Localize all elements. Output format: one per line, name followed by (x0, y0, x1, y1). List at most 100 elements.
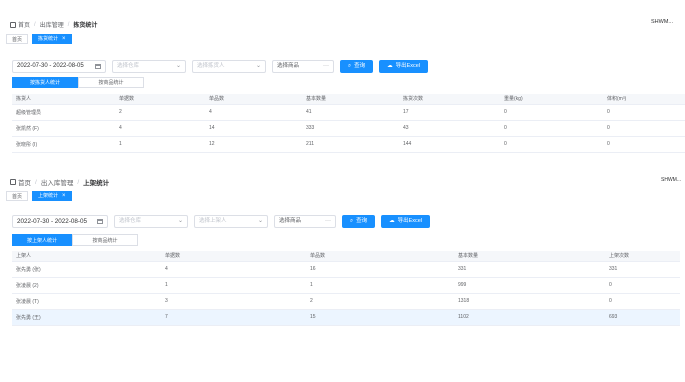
table-row[interactable]: 张凌晨 (T) 3 2 1318 0 (12, 293, 680, 310)
table-cell: 16 (306, 261, 454, 278)
warehouse-select[interactable]: 选择仓库 ⌄ (112, 60, 186, 73)
table-row[interactable]: 张凌晨 (2) 1 1 999 0 (12, 277, 680, 294)
table-cell: 43 (399, 120, 500, 137)
table-cell: 999 (454, 277, 605, 294)
table-cell: 张先勇 (张) (12, 261, 161, 278)
query-button[interactable]: ⌕ 查询 (340, 60, 374, 73)
user-menu[interactable]: SHWM... (651, 19, 673, 25)
warehouse-placeholder: 选择仓库 (117, 63, 140, 69)
search-icon: ⌕ (350, 218, 354, 224)
stats-mode-tabs: 按上架人统计 按商品统计 (12, 234, 138, 246)
column-header: 体积(m³) (603, 94, 685, 105)
table-cell: 张先勇 (王) (12, 309, 161, 326)
table-cell: 张凯然 (F) (12, 120, 115, 137)
picker-select[interactable]: 选择拣货人 ⌄ (192, 60, 266, 73)
table-cell: 0 (603, 120, 685, 137)
column-header: 重量(kg) (500, 94, 603, 105)
table-row-highlighted[interactable]: 张先勇 (王) 7 15 1102 693 (12, 309, 680, 326)
chevron-down-icon: ⌄ (175, 63, 181, 69)
subtab-by-putaway-person[interactable]: 按上架人统计 (12, 234, 72, 246)
table-cell: 7 (161, 309, 306, 326)
table-cell: 张凌晨 (T) (12, 293, 161, 310)
table-cell: 0 (500, 120, 603, 137)
table-cell: 333 (302, 120, 399, 137)
export-label: 导出Excel (395, 63, 421, 69)
column-header: 单品数 (306, 251, 454, 262)
date-range-picker[interactable]: 2022-07-30 - 2022-08-05 (12, 60, 106, 73)
table-cell: 41 (302, 104, 399, 121)
column-header: 上架人 (12, 251, 161, 262)
date-range-value: 2022-07-30 - 2022-08-05 (17, 218, 88, 225)
table-cell: 0 (500, 136, 603, 153)
table-cell: 4 (161, 261, 306, 278)
user-menu[interactable]: SHWM... (661, 177, 681, 183)
chevron-down-icon: ⌄ (177, 218, 183, 224)
query-label: 查询 (354, 63, 366, 69)
tab-home[interactable]: 首页 (6, 191, 29, 201)
page-tabs: 首页 上架统计 × (6, 191, 72, 201)
breadcrumb-section[interactable]: 出库管理 (40, 20, 64, 29)
more-icon: ··· (325, 218, 331, 224)
product-select[interactable]: 选择商品 ··· (274, 215, 336, 228)
query-button[interactable]: ⌕ 查询 (342, 215, 376, 228)
stats-mode-tabs: 按拣货人统计 按商品统计 (12, 77, 144, 88)
query-label: 查询 (356, 218, 368, 224)
search-icon: ⌕ (348, 63, 352, 69)
table-cell: 15 (306, 309, 454, 326)
table-cell: 0 (605, 293, 680, 310)
breadcrumb-home[interactable]: 首页 (18, 20, 30, 29)
date-range-picker[interactable]: 2022-07-30 - 2022-08-05 (12, 215, 108, 228)
calendar-icon (95, 64, 101, 69)
subtab-by-picker[interactable]: 按拣货人统计 (12, 77, 78, 88)
home-icon (10, 179, 16, 185)
close-icon[interactable]: × (62, 36, 66, 42)
filter-bar: 2022-07-30 - 2022-08-05 选择仓库 ⌄ 选择拣货人 ⌄ 选… (12, 60, 429, 73)
putaway-stats-panel: 首页 / 出入库管理 / 上架统计 SHWM... 首页 上架统计 × 2022… (0, 173, 685, 338)
table-cell: 12 (205, 136, 302, 153)
warehouse-select[interactable]: 选择仓库 ⌄ (114, 215, 188, 228)
chevron-down-icon: ⌄ (257, 218, 263, 224)
table-cell: 3 (161, 293, 306, 310)
table-cell: 0 (603, 104, 685, 121)
table-cell: 1318 (454, 293, 605, 310)
table-row[interactable]: 张先勇 (张) 4 16 331 331 (12, 261, 680, 278)
table-cell: 1 (115, 136, 205, 153)
table-cell: 144 (399, 136, 500, 153)
breadcrumb-separator: / (77, 178, 80, 186)
chevron-down-icon: ⌄ (255, 63, 261, 69)
date-range-value: 2022-07-30 - 2022-08-05 (17, 63, 84, 69)
table-row[interactable]: 张晓彤 (I) 1 12 211 144 0 0 (12, 136, 685, 153)
table-cell: 4 (115, 120, 205, 137)
tab-putaway-stats[interactable]: 上架统计 × (32, 191, 72, 201)
subtab-by-product[interactable]: 按商品统计 (78, 77, 144, 88)
breadcrumb-separator: / (34, 21, 36, 28)
picking-stats-panel: 首页 / 出库管理 / 拣货统计 SHWM... 首页 拣货统计 × 2022-… (0, 12, 685, 172)
column-header: 拣货人 (12, 94, 115, 105)
table-cell: 超级管理员 (12, 104, 115, 121)
table-cell: 0 (605, 277, 680, 294)
table-cell: 1102 (454, 309, 605, 326)
picker-placeholder: 选择拣货人 (197, 63, 225, 69)
table-row[interactable]: 超级管理员 2 4 41 17 0 0 (12, 104, 685, 121)
tab-home[interactable]: 首页 (6, 34, 29, 44)
table-cell: 0 (500, 104, 603, 121)
breadcrumb-section[interactable]: 出入库管理 (41, 177, 74, 187)
putaway-person-select[interactable]: 选择上架人 ⌄ (194, 215, 268, 228)
tab-picking-stats[interactable]: 拣货统计 × (32, 34, 72, 44)
export-excel-button[interactable]: ☁ 导出Excel (379, 60, 429, 73)
table-cell: 1 (161, 277, 306, 294)
product-select[interactable]: 选择商品 ··· (272, 60, 334, 73)
table-cell: 2 (115, 104, 205, 121)
table-header-row: 拣货人 单据数 单品数 基本数量 拣货次数 重量(kg) 体积(m³) (12, 94, 685, 105)
table-cell: 331 (454, 261, 605, 278)
export-excel-button[interactable]: ☁ 导出Excel (381, 215, 431, 228)
page-tabs: 首页 拣货统计 × (6, 34, 72, 44)
breadcrumb-home[interactable]: 首页 (18, 177, 31, 187)
subtab-by-product[interactable]: 按商品统计 (72, 234, 138, 246)
breadcrumb-separator: / (67, 21, 70, 28)
table-cell: 14 (205, 120, 302, 137)
close-icon[interactable]: × (62, 193, 66, 199)
table-row[interactable]: 张凯然 (F) 4 14 333 43 0 0 (12, 120, 685, 137)
table-cell: 1 (306, 277, 454, 294)
table-cell: 0 (603, 136, 685, 153)
